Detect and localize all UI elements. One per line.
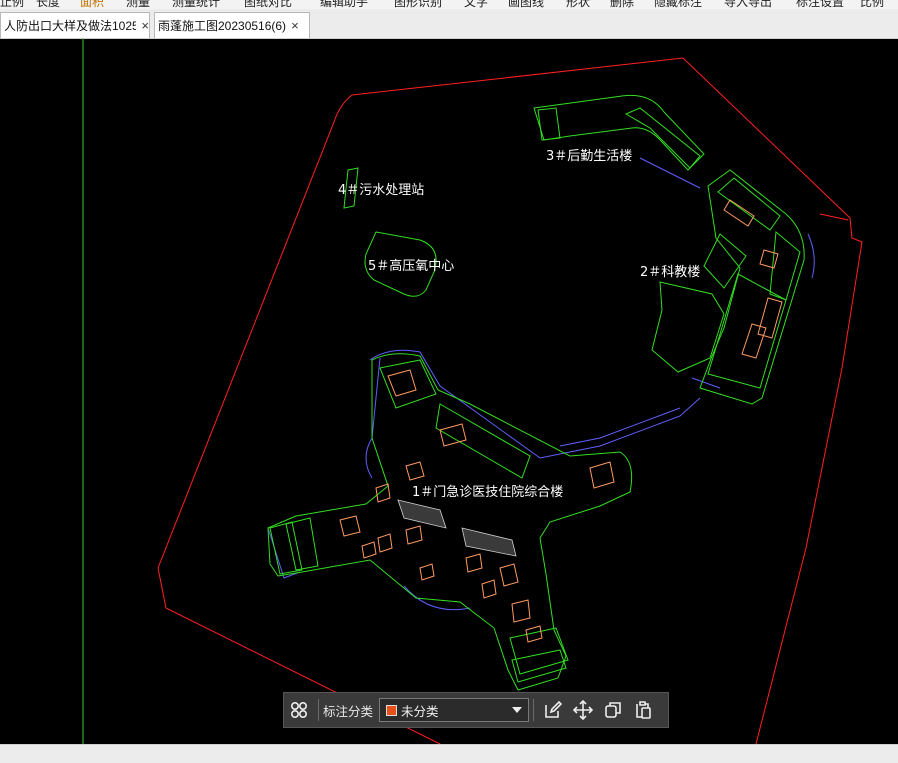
menu-item[interactable]: 隐藏标注 [654, 0, 702, 9]
menu-item[interactable]: 图纸对比 [244, 0, 292, 9]
cad-drawing: 3＃后勤生活楼 4＃污水处理站 5＃高压氧中心 2＃科教楼 1＃门急诊医技住院综… [82, 38, 863, 745]
tab-canopy-drawing[interactable]: 雨蓬施工图20230516(6) × [154, 12, 310, 38]
menu-item[interactable]: 止例 [0, 0, 24, 9]
menu-item[interactable]: 形状 [566, 0, 590, 9]
edit-icon[interactable] [538, 695, 568, 725]
menu-item[interactable]: 长度 [36, 0, 60, 9]
label-building-5: 5＃高压氧中心 [368, 258, 454, 274]
category-label: 标注分类 [323, 704, 374, 719]
menu-item[interactable]: 文字 [464, 0, 488, 9]
annotation-toolbar: 标注分类 未分类 [283, 692, 669, 728]
menu-item[interactable]: 删除 [610, 0, 634, 9]
menu-item[interactable]: 比例 [860, 0, 884, 9]
category-value: 未分类 [401, 704, 439, 719]
tab-close-icon[interactable]: × [141, 18, 149, 33]
label-building-4: 4＃污水处理站 [338, 183, 424, 198]
drawing-canvas[interactable]: 3＃后勤生活楼 4＃污水处理站 5＃高压氧中心 2＃科教楼 1＃门急诊医技住院综… [0, 38, 898, 745]
paste-icon[interactable] [628, 695, 658, 725]
menu-item[interactable]: 标注设置 [796, 0, 844, 9]
tab-label: 雨蓬施工图20230516(6) [158, 19, 287, 33]
menu-item[interactable]: 测量 [126, 0, 150, 9]
copy-icon[interactable] [598, 695, 628, 725]
status-bar [0, 744, 898, 763]
toolbar-divider [533, 699, 535, 721]
tab-bar: 人防出口大样及做法1025 × 雨蓬施工图20230516(6) × [0, 9, 898, 39]
category-dropdown[interactable]: 未分类 [379, 698, 530, 722]
label-building-3: 3＃后勤生活楼 [546, 149, 632, 164]
menu-item[interactable]: 编辑助手 [320, 0, 368, 9]
grid-view-icon[interactable] [284, 695, 314, 725]
tab-label: 人防出口大样及做法1025 [4, 19, 137, 33]
menu-item[interactable]: 画图线 [508, 0, 544, 9]
move-icon[interactable] [568, 695, 598, 725]
menu-item[interactable]: 面积 [80, 0, 104, 9]
menu-item[interactable]: 图形识别 [394, 0, 442, 9]
label-building-1: 1＃门急诊医技住院综合楼 [412, 485, 563, 500]
menu-bar: 止例 长度 面积 测量 测量统计 图纸对比 编辑助手 图形识别 文字 画图线 形状 删除 隐藏标注 导入导… [0, 0, 898, 9]
label-building-2: 2＃科教楼 [640, 264, 700, 280]
toolbar-divider [318, 699, 319, 721]
chevron-down-icon [512, 707, 523, 713]
menu-item[interactable]: 测量统计 [172, 0, 220, 9]
parking-hatch [397, 499, 517, 557]
menu-item[interactable]: 导入导出 [724, 0, 772, 9]
tab-defense-exit[interactable]: 人防出口大样及做法1025 × [0, 12, 150, 38]
category-color-swatch [386, 704, 398, 716]
tab-close-icon[interactable]: × [291, 18, 299, 33]
